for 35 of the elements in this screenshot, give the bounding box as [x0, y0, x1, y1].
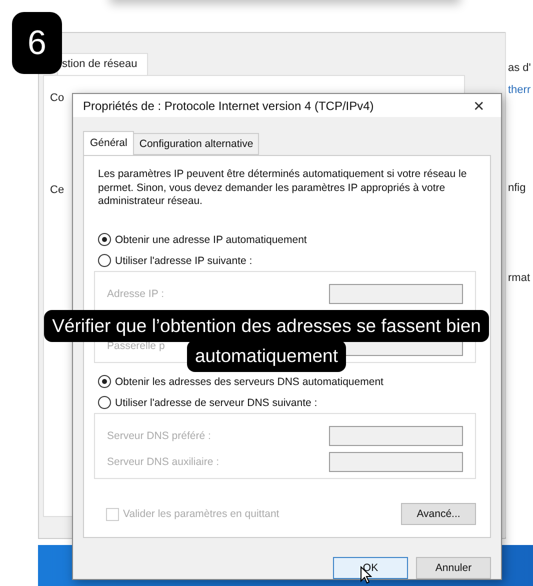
label: Co [50, 92, 64, 104]
label: as d' [508, 62, 531, 74]
description: Les paramètres IP peuvent être déterminés automatiquement si votre réseau le permet. Sinon, vous devez demander les paramètres IP appropriés à votre administrateur réseau. [98, 168, 468, 209]
label: Ce [50, 184, 64, 196]
tab[interactable]: Configuration alternative [133, 133, 260, 156]
radio-button[interactable] [98, 396, 111, 409]
field-label: Adresse IP : [107, 288, 164, 300]
tab[interactable]: Général [83, 131, 134, 156]
radio-label: Utiliser l'adresse de serveur DNS suivante : [115, 396, 318, 408]
radio-button[interactable] [98, 375, 111, 388]
checkbox-label: Valider les paramètres en quittant [123, 508, 280, 520]
label: rmat [508, 272, 530, 284]
radio-button[interactable] [98, 254, 111, 267]
caption-tooltip: automatiquement [187, 340, 346, 372]
field-label: Serveur DNS auxiliaire : [107, 456, 220, 468]
step-number: 6 [12, 12, 62, 74]
tab[interactable]: stion de réseau [57, 53, 148, 76]
ip-field[interactable] [329, 426, 463, 446]
field-label: Passerelle p [107, 340, 165, 352]
radio-label: Utiliser l'adresse IP suivante : [115, 254, 252, 266]
radio-button[interactable] [98, 233, 111, 246]
radio-label: Obtenir une adresse IP automatiquement [115, 234, 307, 246]
caption-tooltip: Vérifier que l’obtention des adresses se fassent bien [44, 310, 489, 342]
close-button[interactable]: ✕ [467, 96, 491, 116]
radio-label: Obtenir les adresses des serveurs DNS automatiquement [115, 376, 384, 388]
dialog-button[interactable]: Annuler [416, 557, 491, 579]
link[interactable]: therr [508, 84, 531, 96]
ip-field[interactable] [329, 284, 463, 304]
ip-field[interactable] [329, 452, 463, 472]
window-title: Propriétés de : Protocole Internet version 4 (TCP/IPv4) [83, 98, 374, 113]
advanced-button[interactable]: Avancé... [401, 503, 476, 525]
field-label: Serveur DNS préféré : [107, 430, 211, 442]
dialog-button[interactable]: OK [333, 557, 408, 579]
label: nfig [508, 182, 526, 194]
checkbox[interactable] [106, 508, 119, 520]
